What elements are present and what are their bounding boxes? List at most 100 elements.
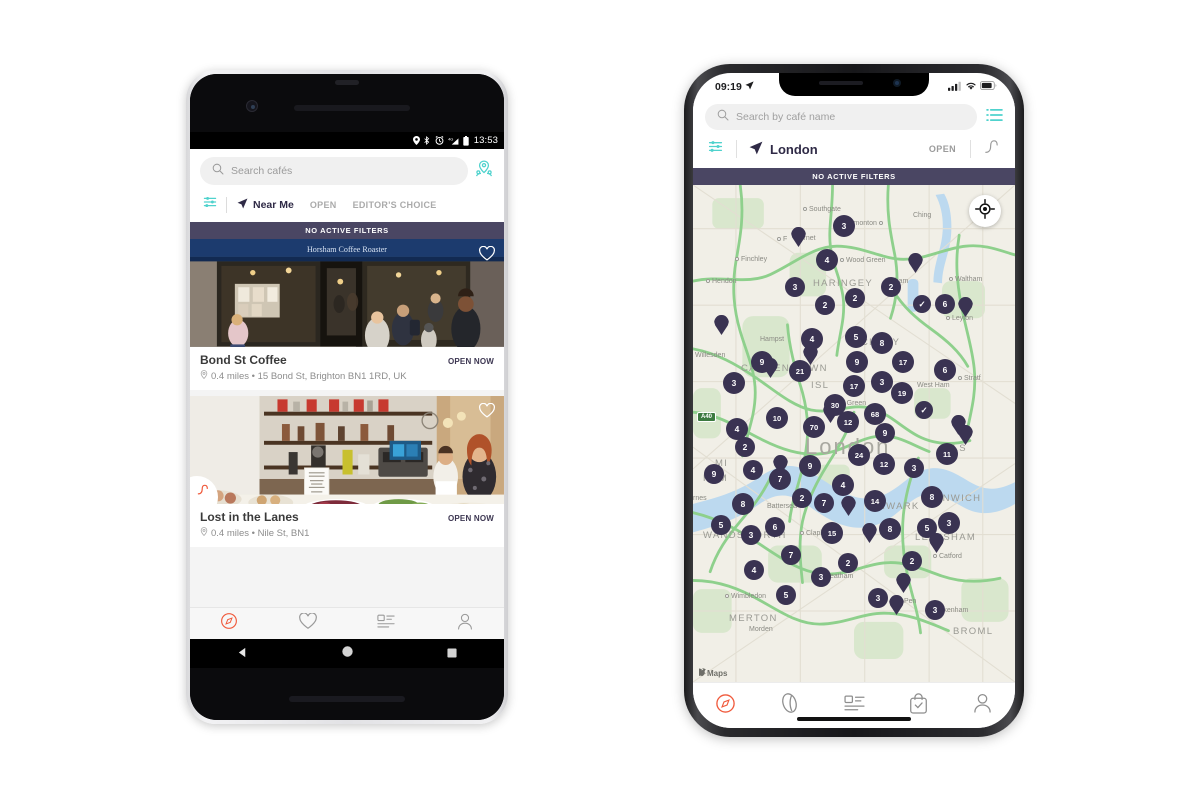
map-cluster-pin[interactable]: 3 [723, 372, 745, 394]
map-cluster-pin[interactable]: ✓ [915, 401, 933, 419]
map-cluster-pin[interactable]: 4 [801, 328, 823, 350]
map-cluster-pin[interactable]: 21 [789, 360, 811, 382]
map-cluster-pin[interactable]: 9 [875, 423, 895, 443]
status-time: 09:19 [715, 81, 742, 93]
map-cluster-pin[interactable]: 2 [902, 551, 922, 571]
square-recents-icon [447, 645, 457, 663]
earpiece-slot [819, 81, 863, 85]
tab-open[interactable]: OPEN [310, 200, 337, 210]
map-canvas[interactable]: Southgate Edmonton Ching Barnet F Finchley Woo… [693, 185, 1015, 682]
map-cluster-pin[interactable]: 11 [936, 443, 958, 465]
map-cluster-pin[interactable]: 6 [934, 359, 956, 381]
map-cluster-pin[interactable]: 4 [832, 474, 854, 496]
cafe-name: Lost in the Lanes [200, 510, 299, 524]
front-camera [246, 100, 258, 112]
list-lines-icon[interactable] [986, 108, 1003, 127]
map-cluster-pin[interactable]: 6 [935, 294, 955, 314]
android-filter-banner[interactable]: NO ACTIVE FILTERS [190, 222, 504, 239]
map-cluster-pin[interactable]: 8 [732, 493, 754, 515]
map-cluster-pin[interactable]: 19 [891, 382, 913, 404]
map-cluster-pin[interactable]: 7 [781, 545, 801, 565]
map-cluster-pin[interactable]: 8 [921, 486, 943, 508]
map-cluster-pin[interactable]: 8 [871, 332, 893, 354]
map-cluster-pin[interactable]: 9 [704, 464, 724, 484]
tab-explore[interactable] [693, 693, 757, 719]
map-cluster-pin[interactable]: 3 [833, 215, 855, 237]
cafe-card-list[interactable]: Horsham Coffee Roaster Bond St Coffee OP… [190, 239, 504, 607]
map-cluster-pin[interactable]: 5 [776, 585, 796, 605]
map-cluster-pin[interactable]: 17 [843, 375, 865, 397]
map-cluster-pin[interactable]: 4 [743, 460, 763, 480]
map-cluster-pin[interactable]: 3 [785, 277, 805, 297]
search-input[interactable]: Search by café name [705, 104, 977, 130]
map-cluster-pin[interactable]: 8 [879, 518, 901, 540]
map-cluster-pin[interactable]: 2 [881, 277, 901, 297]
search-input[interactable]: Search cafés [200, 157, 468, 185]
map-cluster-pin[interactable]: 2 [792, 488, 812, 508]
squiggle-icon[interactable] [983, 139, 1001, 160]
heart-outline-icon[interactable] [479, 245, 495, 266]
map-cluster-pin[interactable]: 9 [846, 351, 868, 373]
map-cluster-pin[interactable]: 9 [751, 351, 773, 373]
tab-beans[interactable] [757, 692, 821, 719]
map-cluster-pin[interactable]: 4 [816, 249, 838, 271]
nav-back-button[interactable] [190, 645, 295, 663]
map-cluster-pin[interactable]: 68 [864, 403, 886, 425]
filter-sliders-icon[interactable] [202, 194, 218, 215]
heart-outline-icon[interactable] [479, 402, 495, 423]
map-cluster-pin[interactable]: 5 [917, 518, 937, 538]
tab-shop[interactable] [886, 692, 950, 719]
nav-home-button[interactable] [295, 645, 400, 663]
map-cluster-pin[interactable]: 9 [799, 455, 821, 477]
map-cluster-pin[interactable]: 3 [925, 600, 945, 620]
tab-profile[interactable] [951, 693, 1015, 718]
map-cluster-pin[interactable]: 17 [892, 351, 914, 373]
iphone-filter-banner[interactable]: NO ACTIVE FILTERS [693, 168, 1015, 185]
map-cluster-pin[interactable]: 15 [821, 522, 843, 544]
map-cluster-pin[interactable]: 5 [711, 515, 731, 535]
map-person-icon[interactable] [474, 159, 494, 184]
tab-open[interactable]: OPEN [929, 144, 956, 154]
map-cluster-pin[interactable]: 6 [765, 517, 785, 537]
tab-favourites[interactable] [269, 612, 348, 634]
location-selector[interactable]: London [749, 141, 818, 158]
map-cluster-pin[interactable]: 2 [815, 295, 835, 315]
nav-recents-button[interactable] [399, 645, 504, 663]
tab-near-me[interactable]: Near Me [237, 198, 294, 212]
tab-editors-choice[interactable]: EDITOR'S CHOICE [353, 200, 437, 210]
tab-profile[interactable] [426, 613, 505, 635]
map-cluster-pin[interactable]: 3 [904, 458, 924, 478]
map-cluster-pin[interactable]: 2 [735, 437, 755, 457]
locate-me-button[interactable] [969, 195, 1001, 227]
map-cluster-pin[interactable]: 24 [848, 444, 870, 466]
map-cluster-pin[interactable]: 3 [741, 525, 761, 545]
map-cluster-pin[interactable]: 4 [744, 560, 764, 580]
cafe-photo [190, 396, 504, 504]
map-cluster-pin[interactable]: 5 [845, 326, 867, 348]
map-cluster-pin[interactable]: 7 [814, 493, 834, 513]
map-cluster-pin[interactable]: 2 [845, 288, 865, 308]
cafe-card[interactable]: Horsham Coffee Roaster Bond St Coffee OP… [190, 239, 504, 390]
tab-list[interactable] [347, 614, 426, 634]
map-cluster-pin[interactable]: 3 [871, 371, 893, 393]
navigation-arrow-icon [237, 198, 248, 212]
map-dot-icon [735, 257, 739, 262]
map-cluster-pin[interactable]: 7 [769, 468, 791, 490]
map-cluster-pin[interactable]: 70 [803, 416, 825, 438]
map-cluster-pin[interactable]: ✓ [913, 295, 931, 313]
map-cluster-pin[interactable]: 10 [766, 407, 788, 429]
map-cluster-pin[interactable]: 3 [868, 588, 888, 608]
map-cluster-pin[interactable]: 12 [837, 411, 859, 433]
tab-explore[interactable] [190, 612, 269, 635]
cafe-card[interactable]: Lost in the Lanes OPEN NOW 0.4 miles • N… [190, 396, 504, 547]
map-cluster-pin[interactable]: 14 [864, 490, 886, 512]
filter-sliders-icon[interactable] [707, 138, 724, 160]
map-cluster-pin[interactable]: 12 [873, 453, 895, 475]
tab-list[interactable] [822, 695, 886, 717]
search-placeholder: Search by café name [736, 111, 836, 123]
home-indicator[interactable] [797, 717, 911, 721]
map-cluster-pin[interactable]: 2 [838, 553, 858, 573]
map-cluster-pin[interactable]: 3 [811, 567, 831, 587]
map-cluster-pin[interactable]: 3 [938, 512, 960, 534]
android-phone-bottom-bezel [190, 668, 504, 720]
